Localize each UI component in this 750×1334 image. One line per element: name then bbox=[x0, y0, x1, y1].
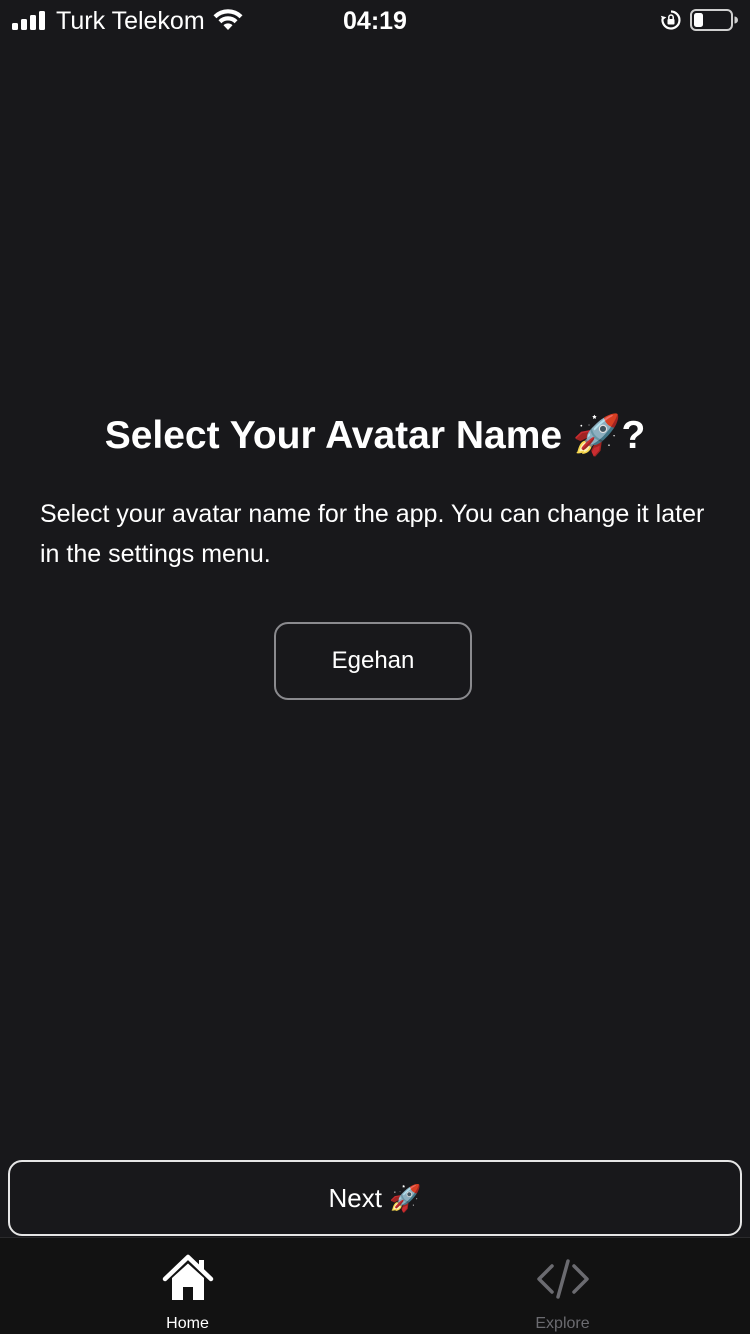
page-title: Select Your Avatar Name 🚀? bbox=[104, 414, 646, 457]
tab-explore[interactable]: Explore bbox=[375, 1238, 750, 1334]
battery-icon bbox=[690, 9, 738, 31]
onboarding-screen: Turk Telekom 04:19 Select Your Avatar Na… bbox=[0, 0, 750, 1334]
code-icon bbox=[536, 1259, 589, 1299]
page-description: Select your avatar name for the app. You… bbox=[40, 500, 705, 568]
tab-home[interactable]: Home bbox=[0, 1238, 375, 1334]
rotation-lock-icon bbox=[660, 10, 681, 30]
avatar-name-input[interactable] bbox=[274, 622, 472, 700]
status-time: 04:19 bbox=[343, 7, 407, 35]
home-icon bbox=[162, 1254, 213, 1300]
tab-bar: Home Explore bbox=[0, 1237, 750, 1334]
tab-explore-label: Explore bbox=[535, 1315, 590, 1332]
status-bar: Turk Telekom 04:19 bbox=[0, 0, 750, 42]
next-button-label: Next 🚀 bbox=[328, 1182, 422, 1213]
tab-home-label: Home bbox=[166, 1315, 209, 1332]
next-button[interactable]: Next 🚀 bbox=[8, 1160, 742, 1236]
